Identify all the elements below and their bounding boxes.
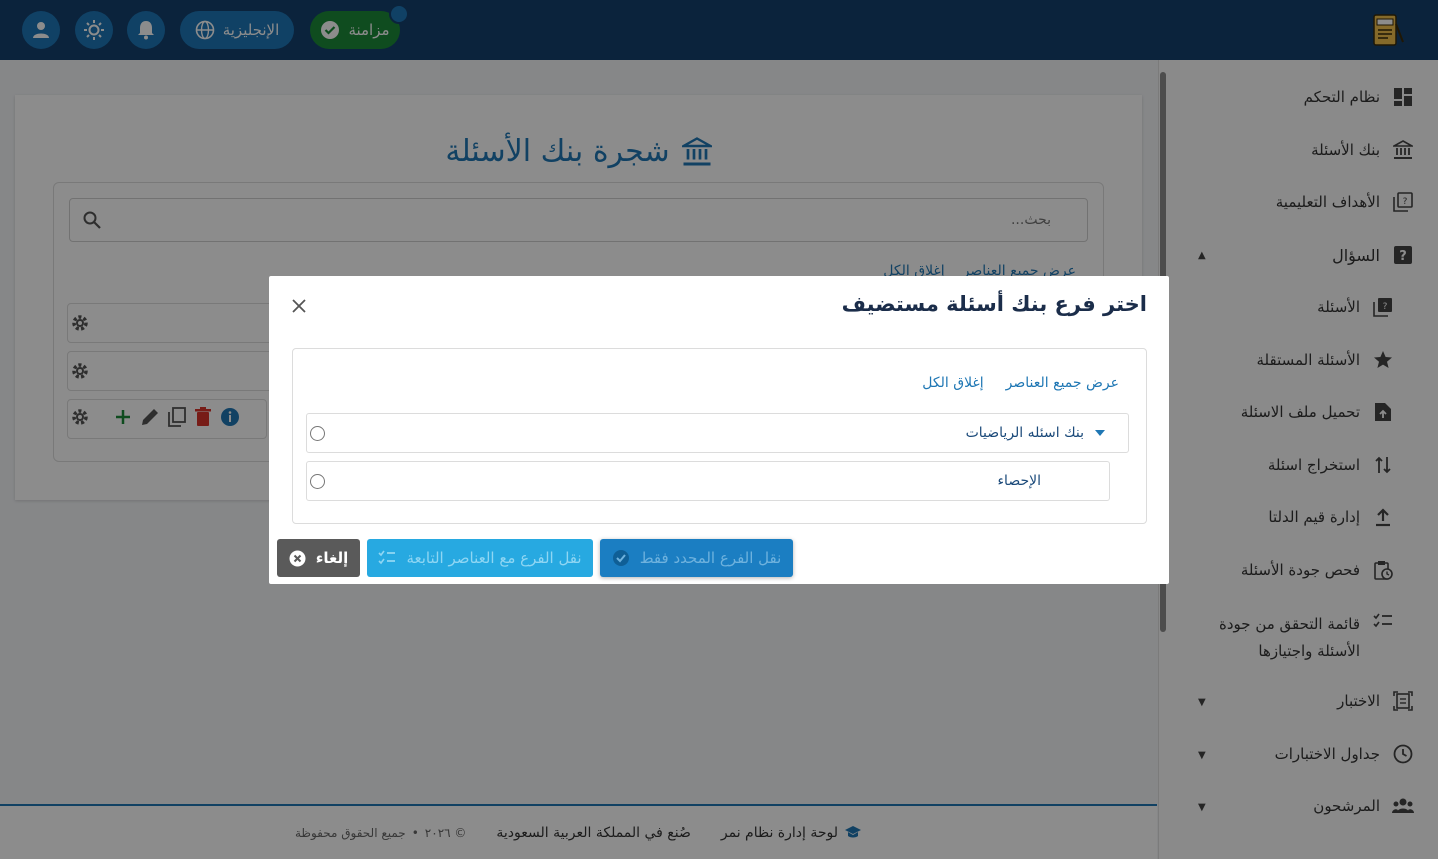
dialog-title: اختر فرع بنك أسئلة مستضيف xyxy=(841,292,1147,316)
move-selected-only-label: نقل الفرع المحدد فقط xyxy=(639,549,782,567)
cancel-label: إلغاء xyxy=(315,549,349,567)
checklist-icon xyxy=(378,550,396,565)
caret-down-icon[interactable] xyxy=(1094,429,1106,437)
move-with-children-button[interactable]: نقل الفرع مع العناصر التابعة xyxy=(367,539,593,577)
node-radio[interactable] xyxy=(310,473,325,489)
close-icon[interactable] xyxy=(289,296,309,316)
cancel-button[interactable]: إلغاء xyxy=(277,539,360,577)
tree-node-math-bank[interactable]: بنك اسئله الرياضيات xyxy=(306,413,1129,453)
node-label: الإحصاء xyxy=(997,473,1041,489)
node-label: بنك اسئله الرياضيات xyxy=(965,425,1084,441)
tree-node-statistics[interactable]: الإحصاء xyxy=(306,461,1110,501)
show-all-link[interactable]: عرض جميع العناصر xyxy=(1006,375,1119,391)
move-selected-only-button[interactable]: نقل الفرع المحدد فقط xyxy=(600,539,793,577)
select-host-branch-dialog: اختر فرع بنك أسئلة مستضيف عرض جميع العنا… xyxy=(269,276,1169,584)
close-circle-icon xyxy=(289,550,306,566)
node-label-wrapper: بنك اسئله الرياضيات xyxy=(966,425,1106,441)
check-circle-icon xyxy=(612,550,629,566)
dialog-tree-links: عرض جميع العناصر إغلاق الكل xyxy=(922,375,1119,391)
node-radio[interactable] xyxy=(310,425,325,441)
move-with-children-label: نقل الفرع مع العناصر التابعة xyxy=(406,549,582,567)
close-all-link[interactable]: إغلاق الكل xyxy=(922,375,983,391)
node-label-wrapper: الإحصاء xyxy=(997,473,1041,489)
